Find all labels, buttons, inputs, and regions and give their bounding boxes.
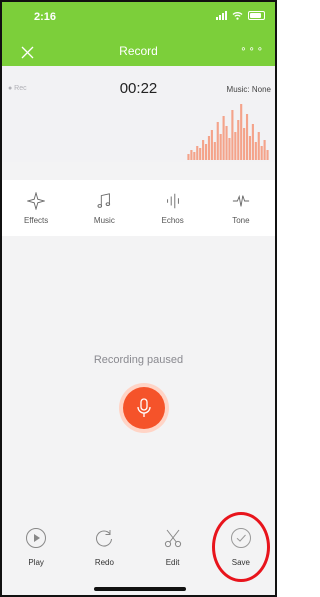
play-icon xyxy=(26,528,47,548)
waveform-bar xyxy=(257,132,260,160)
waveform-bar xyxy=(196,146,199,160)
signal-icon xyxy=(216,11,227,20)
nav-bar: Record ∘∘∘ xyxy=(2,36,275,66)
sparkle-icon xyxy=(27,192,46,210)
effects-toolbar: Effects Music Echos Tone xyxy=(2,180,275,236)
waveform-bar xyxy=(260,146,263,160)
page-title: Record xyxy=(119,44,158,58)
app-screen: 2:16 Record ∘∘∘ ● Rec 00:22 Music: None xyxy=(0,0,277,597)
waveform-bar xyxy=(248,136,252,160)
status-bar: 2:16 xyxy=(2,2,275,36)
waveform-bar xyxy=(190,150,193,160)
echos-button[interactable]: Echos xyxy=(139,180,207,236)
echo-icon xyxy=(166,193,179,209)
waveform-bar xyxy=(240,104,243,160)
edit-button[interactable]: Edit xyxy=(139,527,207,567)
waveform-bar xyxy=(254,142,257,160)
waveform-bar xyxy=(234,132,237,160)
recording-panel: ● Rec 00:22 Music: None xyxy=(2,66,275,162)
tone-icon xyxy=(232,194,249,207)
tone-button[interactable]: Tone xyxy=(207,180,275,236)
waveform-bar xyxy=(207,136,211,160)
waveform-bar xyxy=(245,114,249,160)
microphone-icon xyxy=(137,398,151,417)
waveform-bar xyxy=(193,152,196,160)
waveform-bar xyxy=(228,138,231,160)
redo-label: Redo xyxy=(94,558,114,567)
record-button-ring[interactable] xyxy=(119,383,169,433)
status-time: 2:16 xyxy=(34,11,57,23)
music-note-icon xyxy=(97,193,111,208)
save-highlight-circle xyxy=(212,512,270,582)
waveform-bar xyxy=(213,142,216,160)
music-label-button: Music xyxy=(93,216,115,225)
edit-label: Edit xyxy=(165,558,180,567)
waveform-bar xyxy=(219,134,222,160)
waveform-bar xyxy=(231,110,234,160)
home-indicator xyxy=(94,587,186,591)
waveform-bar xyxy=(216,122,219,160)
music-button[interactable]: Music xyxy=(70,180,138,236)
music-label: Music: None xyxy=(226,85,271,94)
record-button[interactable] xyxy=(123,387,165,429)
battery-icon xyxy=(248,11,265,20)
play-label: Play xyxy=(28,558,44,567)
echos-label: Echos xyxy=(161,216,184,225)
waveform-bar xyxy=(222,116,225,160)
waveform-bar xyxy=(237,120,240,160)
waveform-bar xyxy=(199,148,202,160)
waveform-bar xyxy=(243,128,246,160)
waveform-bar xyxy=(210,130,213,160)
scissors-icon xyxy=(164,529,181,548)
recording-status-text: Recording paused xyxy=(93,354,184,366)
redo-icon xyxy=(96,530,113,547)
waveform-bar xyxy=(187,154,190,160)
effects-button[interactable]: Effects xyxy=(2,180,70,236)
wifi-icon xyxy=(232,12,243,20)
waveform-bar xyxy=(225,126,228,160)
play-button[interactable]: Play xyxy=(2,527,70,567)
more-options-button[interactable]: ∘∘∘ xyxy=(240,44,265,55)
waveform xyxy=(187,104,269,160)
waveform-bar xyxy=(251,124,254,160)
tone-label: Tone xyxy=(232,216,250,225)
waveform-bar xyxy=(204,144,208,160)
waveform-bar xyxy=(202,140,205,160)
waveform-bar xyxy=(263,140,266,160)
waveform-bar xyxy=(266,150,269,160)
status-icons xyxy=(216,11,265,20)
effects-label: Effects xyxy=(23,216,49,225)
redo-button[interactable]: Redo xyxy=(70,527,138,567)
